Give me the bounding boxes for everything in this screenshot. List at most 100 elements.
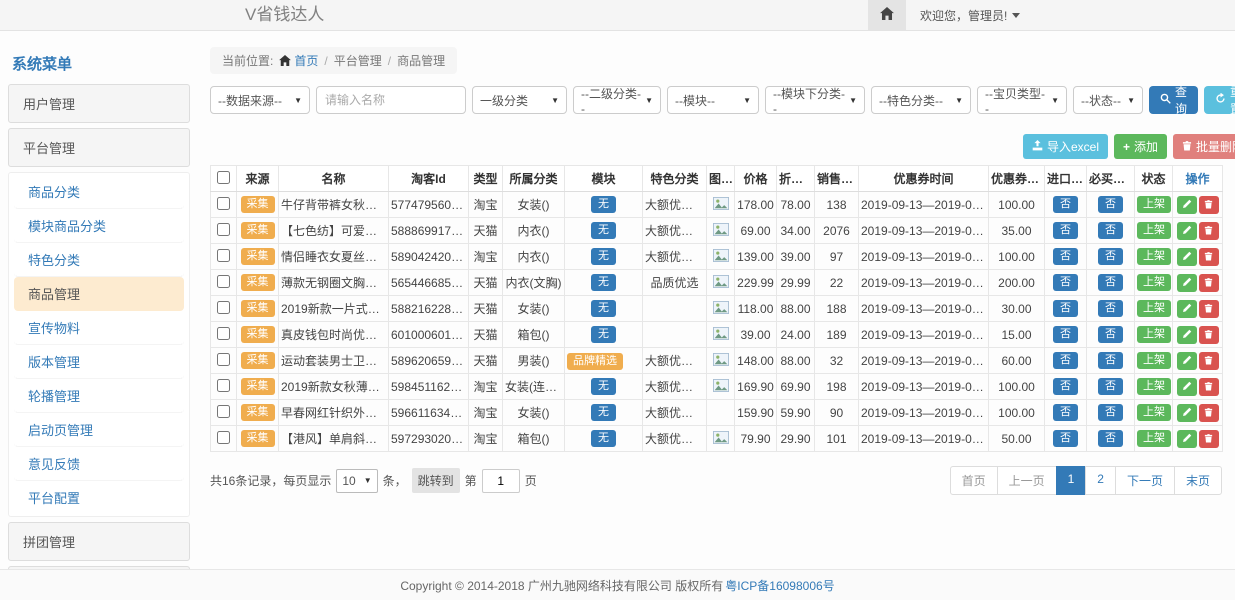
page-button-末页[interactable]: 末页 (1174, 466, 1222, 495)
must-buy-badge[interactable]: 否 (1098, 378, 1123, 394)
page-number-input[interactable] (482, 469, 520, 493)
select-all-checkbox[interactable] (217, 171, 230, 184)
feature-category-select[interactable]: --特色分类--▼ (871, 86, 971, 114)
edit-button[interactable] (1177, 352, 1197, 370)
status-badge[interactable]: 上架 (1137, 378, 1171, 394)
must-buy-badge[interactable]: 否 (1098, 352, 1123, 368)
import-select-badge[interactable]: 否 (1053, 352, 1078, 368)
status-badge[interactable]: 上架 (1137, 222, 1171, 238)
sidebar-item-8[interactable]: 意见反馈 (14, 447, 184, 481)
delete-button[interactable] (1199, 196, 1219, 214)
status-badge[interactable]: 上架 (1137, 326, 1171, 342)
delete-button[interactable] (1199, 300, 1219, 318)
status-badge[interactable]: 上架 (1137, 430, 1171, 446)
row-checkbox[interactable] (217, 379, 230, 392)
import-select-badge[interactable]: 否 (1053, 430, 1078, 446)
sidebar-item-6[interactable]: 轮播管理 (14, 379, 184, 413)
row-checkbox[interactable] (217, 327, 230, 340)
add-button[interactable]: + 添加 (1114, 134, 1167, 159)
sidebar-item-2[interactable]: 特色分类 (14, 243, 184, 277)
delete-button[interactable] (1199, 326, 1219, 344)
status-badge[interactable]: 上架 (1137, 404, 1171, 420)
data-source-select[interactable]: --数据来源--▼ (210, 86, 310, 114)
import-select-badge[interactable]: 否 (1053, 196, 1078, 212)
must-buy-badge[interactable]: 否 (1098, 326, 1123, 342)
delete-button[interactable] (1199, 352, 1219, 370)
edit-button[interactable] (1177, 222, 1197, 240)
sidebar-item-9[interactable]: 平台配置 (14, 481, 184, 514)
must-buy-badge[interactable]: 否 (1098, 196, 1123, 212)
delete-button[interactable] (1199, 430, 1219, 448)
query-button[interactable]: 查询 (1149, 86, 1198, 114)
edit-button[interactable] (1177, 378, 1197, 396)
delete-button[interactable] (1199, 404, 1219, 422)
page-button-上一页[interactable]: 上一页 (997, 466, 1057, 495)
status-badge[interactable]: 上架 (1137, 274, 1171, 290)
sidebar-item-3[interactable]: 商品管理 (14, 277, 184, 311)
row-checkbox[interactable] (217, 431, 230, 444)
page-button-下一页[interactable]: 下一页 (1115, 466, 1175, 495)
sidebar-item-7[interactable]: 启动页管理 (14, 413, 184, 447)
item-type-select[interactable]: --宝贝类型--▼ (977, 86, 1067, 114)
delete-button[interactable] (1199, 274, 1219, 292)
edit-button[interactable] (1177, 430, 1197, 448)
sidebar-item-5[interactable]: 版本管理 (14, 345, 184, 379)
jump-to-button[interactable]: 跳转到 (412, 468, 460, 493)
must-buy-badge[interactable]: 否 (1098, 248, 1123, 264)
row-checkbox[interactable] (217, 405, 230, 418)
home-button[interactable] (868, 0, 906, 30)
page-button-1[interactable]: 1 (1056, 466, 1087, 495)
status-badge[interactable]: 上架 (1137, 352, 1171, 368)
page-button-首页[interactable]: 首页 (950, 466, 998, 495)
delete-button[interactable] (1199, 378, 1219, 396)
import-select-badge[interactable]: 否 (1053, 222, 1078, 238)
name-input[interactable] (316, 86, 466, 114)
import-select-badge[interactable]: 否 (1053, 326, 1078, 342)
row-checkbox[interactable] (217, 223, 230, 236)
edit-button[interactable] (1177, 326, 1197, 344)
must-buy-badge[interactable]: 否 (1098, 404, 1123, 420)
delete-button[interactable] (1199, 222, 1219, 240)
page-button-2[interactable]: 2 (1085, 466, 1116, 495)
sidebar-item-4[interactable]: 宣传物料 (14, 311, 184, 345)
row-checkbox[interactable] (217, 353, 230, 366)
per-page-select[interactable]: 10 ▼ (336, 469, 377, 493)
row-checkbox[interactable] (217, 275, 230, 288)
edit-button[interactable] (1177, 196, 1197, 214)
level1-category-select[interactable]: 一级分类▼ (472, 86, 567, 114)
import-select-badge[interactable]: 否 (1053, 248, 1078, 264)
module-select[interactable]: --模块--▼ (667, 86, 759, 114)
import-select-badge[interactable]: 否 (1053, 300, 1078, 316)
sidebar-item-0[interactable]: 商品分类 (14, 175, 184, 209)
import-select-badge[interactable]: 否 (1053, 378, 1078, 394)
must-buy-badge[interactable]: 否 (1098, 430, 1123, 446)
sidebar-section-0[interactable]: 用户管理 (8, 84, 190, 123)
row-checkbox[interactable] (217, 197, 230, 210)
delete-button[interactable] (1199, 248, 1219, 266)
must-buy-badge[interactable]: 否 (1098, 222, 1123, 238)
batch-delete-button[interactable]: 批量删除 (1173, 134, 1235, 159)
status-badge[interactable]: 上架 (1137, 196, 1171, 212)
status-badge[interactable]: 上架 (1137, 300, 1171, 316)
status-select[interactable]: --状态--▼ (1073, 86, 1143, 114)
status-badge[interactable]: 上架 (1137, 248, 1171, 264)
edit-button[interactable] (1177, 300, 1197, 318)
sidebar-item-1[interactable]: 模块商品分类 (14, 209, 184, 243)
must-buy-badge[interactable]: 否 (1098, 300, 1123, 316)
sidebar-section-2[interactable]: 拼团管理 (8, 522, 190, 561)
row-checkbox[interactable] (217, 301, 230, 314)
sidebar-section-1[interactable]: 平台管理 (8, 128, 190, 167)
edit-button[interactable] (1177, 248, 1197, 266)
import-select-badge[interactable]: 否 (1053, 404, 1078, 420)
must-buy-badge[interactable]: 否 (1098, 274, 1123, 290)
edit-button[interactable] (1177, 274, 1197, 292)
user-menu[interactable]: 欢迎您，管理员! (920, 7, 1020, 24)
import-excel-button[interactable]: 导入excel (1023, 134, 1108, 159)
icp-link[interactable]: 粤ICP备16098006号 (725, 577, 834, 594)
edit-button[interactable] (1177, 404, 1197, 422)
module-subcategory-select[interactable]: --模块下分类--▼ (765, 86, 865, 114)
reset-button[interactable]: 重置 (1204, 86, 1235, 114)
import-select-badge[interactable]: 否 (1053, 274, 1078, 290)
level2-category-select[interactable]: --二级分类--▼ (573, 86, 661, 114)
breadcrumb-home-link[interactable]: 首页 (279, 52, 318, 69)
